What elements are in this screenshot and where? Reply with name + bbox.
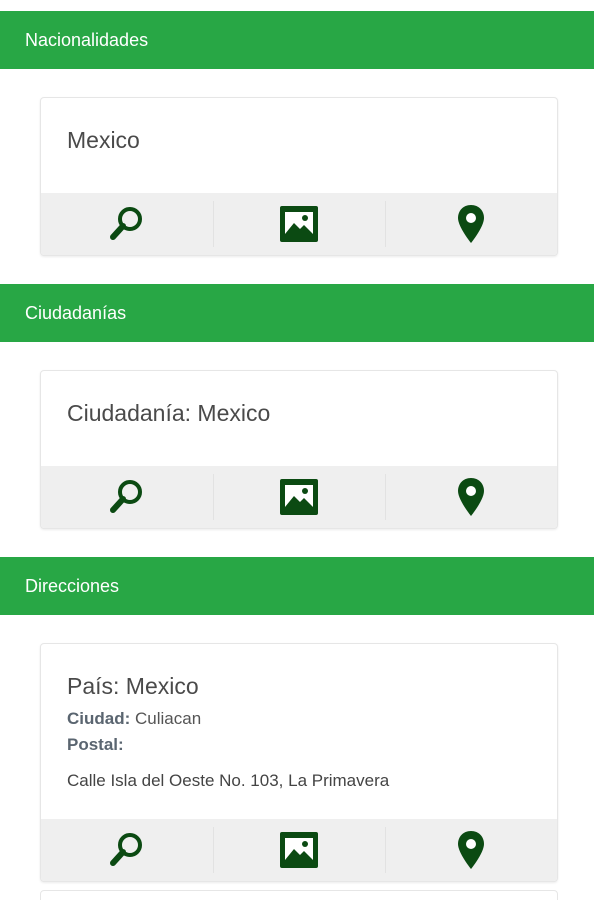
card-actions bbox=[41, 466, 557, 528]
card-title: Ciudadanía: Mexico bbox=[67, 400, 271, 426]
location-button[interactable] bbox=[385, 466, 557, 528]
section-body-ciudadanias: Ciudadanía: Mexico bbox=[0, 342, 594, 557]
section-body-nacionalidades: Mexico bbox=[0, 69, 594, 284]
map-pin-icon bbox=[456, 829, 486, 871]
search-button[interactable] bbox=[41, 193, 213, 255]
map-pin-icon bbox=[456, 203, 486, 245]
section-header-ciudadanias: Ciudadanías bbox=[0, 284, 594, 342]
search-button[interactable] bbox=[41, 466, 213, 528]
search-icon bbox=[107, 830, 147, 870]
image-icon bbox=[278, 477, 320, 517]
page: Nacionalidades Mexico Ciudadanías Ciudad… bbox=[0, 0, 594, 900]
location-button[interactable] bbox=[385, 193, 557, 255]
image-icon bbox=[278, 830, 320, 870]
image-button[interactable] bbox=[213, 193, 385, 255]
card-actions bbox=[41, 193, 557, 255]
nacionalidad-card: Mexico bbox=[40, 97, 558, 256]
search-icon bbox=[107, 477, 147, 517]
search-icon bbox=[107, 204, 147, 244]
card-body: Mexico bbox=[41, 98, 557, 193]
map-pin-icon bbox=[456, 476, 486, 518]
location-button[interactable] bbox=[385, 819, 557, 881]
section-header-direcciones: Direcciones bbox=[0, 557, 594, 615]
card-body: Ciudadanía: Mexico bbox=[41, 371, 557, 466]
direccion-card: País: Mexico Ciudad: Culiacan Postal: Ca… bbox=[40, 643, 558, 882]
postal-line: Postal: bbox=[67, 732, 531, 758]
next-card-partial bbox=[40, 890, 558, 900]
ciudad-label: Ciudad: bbox=[67, 709, 131, 728]
card-actions bbox=[41, 819, 557, 881]
image-button[interactable] bbox=[213, 819, 385, 881]
ciudad-value: Culiacan bbox=[135, 709, 202, 728]
section-body-direcciones: País: Mexico Ciudad: Culiacan Postal: Ca… bbox=[0, 615, 594, 900]
image-button[interactable] bbox=[213, 466, 385, 528]
section-header-nacionalidades: Nacionalidades bbox=[0, 11, 594, 69]
top-gap bbox=[0, 0, 594, 11]
image-icon bbox=[278, 204, 320, 244]
ciudad-line: Ciudad: Culiacan bbox=[67, 706, 531, 732]
search-button[interactable] bbox=[41, 819, 213, 881]
address-text: Calle Isla del Oeste No. 103, La Primave… bbox=[67, 771, 390, 790]
card-title: País: Mexico bbox=[67, 673, 199, 699]
ciudadania-card: Ciudadanía: Mexico bbox=[40, 370, 558, 529]
postal-label: Postal: bbox=[67, 735, 124, 754]
card-body: País: Mexico Ciudad: Culiacan Postal: Ca… bbox=[41, 644, 557, 819]
card-title: Mexico bbox=[67, 127, 140, 153]
